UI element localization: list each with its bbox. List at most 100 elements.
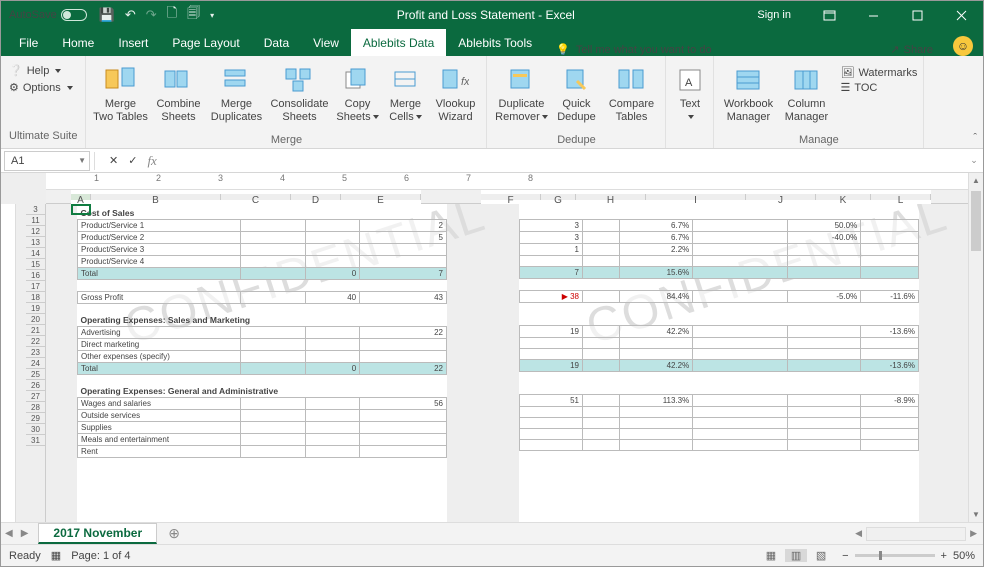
ribbon-display-options[interactable] <box>807 1 851 29</box>
sheet-tab-active[interactable]: 2017 November <box>38 523 157 544</box>
undo-icon[interactable]: ↶ <box>125 7 136 23</box>
workbook-manager-button[interactable]: WorkbookManager <box>720 60 776 134</box>
options-button[interactable]: ⚙Options <box>9 79 77 96</box>
new-file-icon[interactable]: 🗋 <box>167 4 177 26</box>
row-header[interactable]: 12 <box>26 226 45 237</box>
qat-dropdown-icon[interactable]: ▾ <box>210 11 214 20</box>
tab-view[interactable]: View <box>301 29 351 56</box>
row-header[interactable]: 22 <box>26 336 45 347</box>
horizontal-scrollbar[interactable]: ◀ ▶ <box>185 527 983 541</box>
row-header[interactable]: 18 <box>26 292 45 303</box>
row-header[interactable]: 20 <box>26 314 45 325</box>
quick-dedupe-button[interactable]: QuickDedupe <box>551 60 601 134</box>
column-header[interactable]: D <box>291 194 341 200</box>
row-header[interactable]: 24 <box>26 358 45 369</box>
feedback-smiley-icon[interactable]: ☺ <box>953 36 973 56</box>
column-header[interactable]: H <box>576 194 646 200</box>
zoom-level[interactable]: 50% <box>953 550 975 562</box>
macro-icon[interactable]: ▦ <box>51 549 61 562</box>
tab-insert[interactable]: Insert <box>106 29 160 56</box>
redo-icon[interactable]: ↷ <box>146 7 157 23</box>
tab-file[interactable]: File <box>7 29 50 56</box>
signin-link[interactable]: Sign in <box>757 9 791 21</box>
confirm-formula-icon[interactable]: ✓ <box>128 154 137 167</box>
help-button[interactable]: ❔Help <box>9 62 77 79</box>
scroll-right-icon[interactable]: ▶ <box>968 528 979 539</box>
toc-button[interactable]: ☰TOC <box>840 81 917 94</box>
row-header[interactable]: 19 <box>26 303 45 314</box>
tab-nav-prev-icon[interactable]: ◀ <box>1 528 17 539</box>
tab-nav-next-icon[interactable]: ▶ <box>17 528 33 539</box>
row-header[interactable]: 14 <box>26 248 45 259</box>
compare-tables-button[interactable]: CompareTables <box>603 60 659 134</box>
tab-ablebits-tools[interactable]: Ablebits Tools <box>446 29 544 56</box>
scroll-up-icon[interactable]: ▲ <box>969 173 983 188</box>
row-header[interactable]: 3 <box>26 204 45 215</box>
vertical-scrollbar[interactable]: ▲ ▼ <box>968 173 983 522</box>
minimize-button[interactable] <box>851 1 895 29</box>
column-header[interactable]: B <box>91 194 221 200</box>
row-header[interactable]: 17 <box>26 281 45 292</box>
expand-formula-bar-icon[interactable]: ⌄ <box>965 155 983 166</box>
copy-sheets-button[interactable]: CopySheets <box>334 60 380 134</box>
tab-data[interactable]: Data <box>252 29 301 56</box>
add-sheet-button[interactable]: ⊕ <box>163 523 185 545</box>
row-header[interactable]: 13 <box>26 237 45 248</box>
row-header[interactable]: 23 <box>26 347 45 358</box>
vlookup-wizard-button[interactable]: fxVlookupWizard <box>430 60 480 134</box>
row-header[interactable]: 16 <box>26 270 45 281</box>
scroll-left-icon[interactable]: ◀ <box>853 528 864 539</box>
merge-duplicates-button[interactable]: MergeDuplicates <box>208 60 264 134</box>
watermarks-button[interactable]: 🖼Watermarks <box>840 66 917 79</box>
column-header[interactable]: I <box>646 194 746 200</box>
zoom-slider[interactable] <box>855 554 935 557</box>
zoom-in-button[interactable]: + <box>941 550 947 562</box>
share-button[interactable]: ↗ Share <box>890 43 943 56</box>
row-header[interactable]: 31 <box>26 435 45 446</box>
row-header[interactable]: 26 <box>26 380 45 391</box>
maximize-button[interactable] <box>895 1 939 29</box>
page-right[interactable]: CONFIDENTIAL 36.7%50.0%36.7%-40.0%12.2%7… <box>519 204 919 522</box>
text-button[interactable]: AText <box>672 60 707 134</box>
zoom-out-button[interactable]: − <box>842 550 848 562</box>
page-left[interactable]: CONFIDENTIAL Cost of SalesProduct/Servic… <box>77 204 447 522</box>
tellme-search[interactable]: 💡 Tell me what you want to do <box>544 43 890 56</box>
column-header[interactable]: J <box>746 194 816 200</box>
save-icon[interactable]: 💾 <box>99 7 115 23</box>
tab-ablebits-data[interactable]: Ablebits Data <box>351 29 446 56</box>
column-header[interactable]: K <box>816 194 871 200</box>
row-header[interactable]: 21 <box>26 325 45 336</box>
column-header[interactable]: A <box>71 194 91 200</box>
view-normal-icon[interactable]: ▦ <box>760 549 782 562</box>
formula-input[interactable] <box>167 151 965 171</box>
column-manager-button[interactable]: ColumnManager <box>778 60 834 134</box>
duplicate-remover-button[interactable]: DuplicateRemover <box>493 60 549 134</box>
scroll-down-icon[interactable]: ▼ <box>969 507 983 522</box>
row-header[interactable]: 15 <box>26 259 45 270</box>
column-header[interactable]: E <box>341 194 421 200</box>
name-box[interactable]: A1▼ <box>4 151 90 171</box>
close-button[interactable] <box>939 1 983 29</box>
fx-icon[interactable]: fx <box>147 153 156 169</box>
autosave-toggle[interactable]: AutoSave <box>9 9 87 21</box>
merge-two-tables-button[interactable]: MergeTwo Tables <box>92 60 148 134</box>
combine-sheets-button[interactable]: CombineSheets <box>150 60 206 134</box>
row-header[interactable]: 27 <box>26 391 45 402</box>
cancel-formula-icon[interactable]: ✕ <box>109 154 118 167</box>
view-page-break-icon[interactable]: ▧ <box>810 549 832 562</box>
collapse-ribbon-icon[interactable]: ˆ <box>973 132 977 144</box>
tab-home[interactable]: Home <box>50 29 106 56</box>
row-header[interactable]: 28 <box>26 402 45 413</box>
column-header[interactable]: L <box>871 194 931 200</box>
consolidate-sheets-button[interactable]: ConsolidateSheets <box>266 60 332 134</box>
row-header[interactable]: 29 <box>26 413 45 424</box>
tab-page-layout[interactable]: Page Layout <box>160 29 251 56</box>
column-header[interactable]: F <box>481 194 541 200</box>
column-header[interactable]: C <box>221 194 291 200</box>
column-header[interactable]: G <box>541 194 576 200</box>
view-page-layout-icon[interactable]: ▥ <box>785 549 807 562</box>
row-header[interactable]: 30 <box>26 424 45 435</box>
open-icon[interactable]: 🗐 <box>187 4 200 26</box>
scroll-thumb[interactable] <box>971 191 981 251</box>
row-header[interactable]: 25 <box>26 369 45 380</box>
